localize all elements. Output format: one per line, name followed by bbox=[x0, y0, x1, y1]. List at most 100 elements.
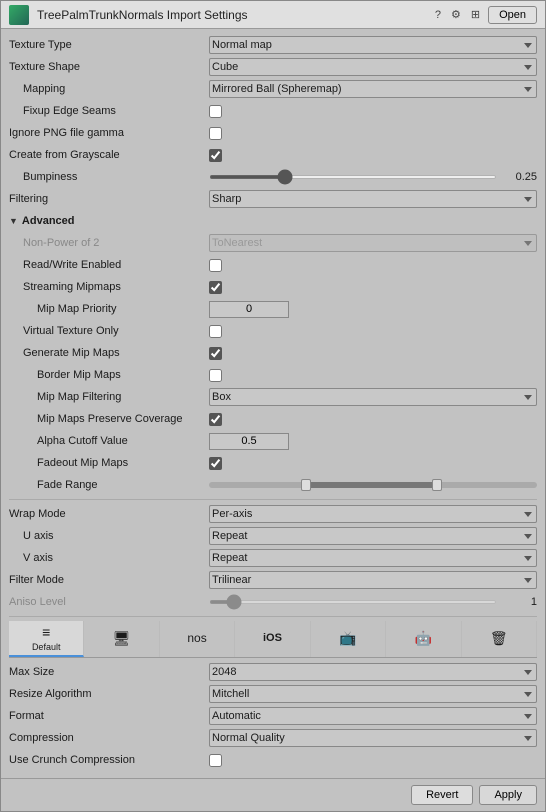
wrap-mode-select[interactable]: Per-axis bbox=[209, 505, 537, 523]
apply-button[interactable]: Apply bbox=[479, 785, 537, 805]
resize-algorithm-select[interactable]: Mitchell bbox=[209, 685, 537, 703]
format-label: Format bbox=[9, 710, 209, 722]
u-axis-select[interactable]: Repeat bbox=[209, 527, 537, 545]
max-size-select[interactable]: 2048 bbox=[209, 663, 537, 681]
generate-mip-maps-row: Generate Mip Maps bbox=[9, 343, 537, 363]
mip-maps-preserve-control bbox=[209, 413, 537, 426]
generate-mip-maps-control bbox=[209, 347, 537, 360]
bumpiness-slider-wrap: 0.25 bbox=[209, 171, 537, 183]
help-icon[interactable]: ? bbox=[433, 9, 443, 21]
mip-map-filtering-select[interactable]: Box bbox=[209, 388, 537, 406]
mip-map-priority-row: Mip Map Priority bbox=[9, 299, 537, 319]
mapping-select[interactable]: Mirrored Ball (Spheremap) bbox=[209, 80, 537, 98]
texture-shape-select[interactable]: Cube bbox=[209, 58, 537, 76]
wrap-mode-control: Per-axis bbox=[209, 505, 537, 523]
non-power-of-2-select: ToNearest bbox=[209, 234, 537, 252]
u-axis-control: Repeat bbox=[209, 527, 537, 545]
fadeout-mip-maps-checkbox[interactable] bbox=[209, 457, 222, 470]
fade-range-row: Fade Range bbox=[9, 475, 537, 495]
virtual-texture-label: Virtual Texture Only bbox=[9, 325, 209, 337]
ignore-png-gamma-row: Ignore PNG file gamma bbox=[9, 123, 537, 143]
alpha-cutoff-input[interactable] bbox=[209, 433, 289, 450]
mip-maps-preserve-checkbox[interactable] bbox=[209, 413, 222, 426]
revert-button[interactable]: Revert bbox=[411, 785, 473, 805]
advanced-triangle: ▼ bbox=[9, 216, 18, 226]
crunch-compression-control bbox=[209, 754, 537, 767]
non-power-of-2-row: Non-Power of 2 ToNearest bbox=[9, 233, 537, 253]
create-from-grayscale-checkbox[interactable] bbox=[209, 149, 222, 162]
create-from-grayscale-control bbox=[209, 149, 537, 162]
mip-maps-preserve-label: Mip Maps Preserve Coverage bbox=[9, 413, 209, 425]
non-power-of-2-label: Non-Power of 2 bbox=[9, 237, 209, 249]
bumpiness-value: 0.25 bbox=[501, 171, 537, 183]
tab-macos[interactable]: nos bbox=[160, 621, 235, 657]
advanced-section-header[interactable]: ▼ Advanced bbox=[9, 211, 537, 231]
border-mip-maps-checkbox[interactable] bbox=[209, 369, 222, 382]
filtering-select[interactable]: Sharp bbox=[209, 190, 537, 208]
tab-ios-icon: iOS bbox=[263, 632, 282, 644]
texture-shape-control: Cube bbox=[209, 58, 537, 76]
u-axis-label: U axis bbox=[9, 530, 209, 542]
compression-control: Normal Quality bbox=[209, 729, 537, 747]
tab-android[interactable]: 🤖 bbox=[386, 621, 461, 657]
aniso-level-value: 1 bbox=[501, 596, 537, 608]
tab-default[interactable]: ≡ Default bbox=[9, 621, 84, 657]
tab-pc[interactable]: 🖥 bbox=[84, 621, 159, 657]
read-write-row: Read/Write Enabled bbox=[9, 255, 537, 275]
fade-range-handle-left[interactable] bbox=[301, 479, 311, 491]
v-axis-label: V axis bbox=[9, 552, 209, 564]
streaming-mipmaps-checkbox[interactable] bbox=[209, 281, 222, 294]
border-mip-maps-label: Border Mip Maps bbox=[9, 369, 209, 381]
aniso-level-row: Aniso Level 1 bbox=[9, 592, 537, 612]
max-size-label: Max Size bbox=[9, 666, 209, 678]
read-write-control bbox=[209, 259, 537, 272]
mip-map-priority-input[interactable] bbox=[209, 301, 289, 318]
bumpiness-slider[interactable] bbox=[209, 175, 497, 179]
resize-algorithm-label: Resize Algorithm bbox=[9, 688, 209, 700]
fixup-edge-seams-checkbox[interactable] bbox=[209, 105, 222, 118]
tab-tv[interactable]: 📺 bbox=[311, 621, 386, 657]
crunch-compression-checkbox[interactable] bbox=[209, 754, 222, 767]
generate-mip-maps-checkbox[interactable] bbox=[209, 347, 222, 360]
v-axis-row: V axis Repeat bbox=[9, 548, 537, 568]
filter-mode-select[interactable]: Trilinear bbox=[209, 571, 537, 589]
format-row: Format Automatic bbox=[9, 706, 537, 726]
ignore-png-gamma-checkbox[interactable] bbox=[209, 127, 222, 140]
aniso-level-slider[interactable] bbox=[209, 600, 497, 604]
settings-icon[interactable]: ⚙ bbox=[449, 8, 463, 21]
content-area: Texture Type Normal map Texture Shape Cu… bbox=[1, 29, 545, 778]
v-axis-select[interactable]: Repeat bbox=[209, 549, 537, 567]
window-title: TreePalmTrunkNormals Import Settings bbox=[37, 8, 248, 22]
bottom-bar: Revert Apply bbox=[1, 778, 545, 811]
streaming-mipmaps-control bbox=[209, 281, 537, 294]
divider-2 bbox=[9, 616, 537, 617]
texture-type-row: Texture Type Normal map bbox=[9, 35, 537, 55]
tab-webgl[interactable]: 🗑 bbox=[462, 621, 537, 657]
tab-ios[interactable]: iOS bbox=[235, 621, 310, 657]
tab-pc-icon: 🖥 bbox=[113, 630, 131, 647]
tab-macos-icon: nos bbox=[187, 631, 206, 645]
dock-icon[interactable]: ⊞ bbox=[469, 8, 482, 21]
tab-webgl-icon: 🗑 bbox=[490, 630, 508, 647]
open-button[interactable]: Open bbox=[488, 6, 537, 24]
fade-range-handle-right[interactable] bbox=[432, 479, 442, 491]
non-power-of-2-control: ToNearest bbox=[209, 234, 537, 252]
bumpiness-label: Bumpiness bbox=[9, 171, 209, 183]
mip-map-priority-control bbox=[209, 301, 537, 318]
mapping-control: Mirrored Ball (Spheremap) bbox=[209, 80, 537, 98]
streaming-mipmaps-label: Streaming Mipmaps bbox=[9, 281, 209, 293]
fade-range-track bbox=[209, 478, 537, 492]
virtual-texture-checkbox[interactable] bbox=[209, 325, 222, 338]
format-select[interactable]: Automatic bbox=[209, 707, 537, 725]
filter-mode-control: Trilinear bbox=[209, 571, 537, 589]
compression-select[interactable]: Normal Quality bbox=[209, 729, 537, 747]
texture-type-select[interactable]: Normal map bbox=[209, 36, 537, 54]
crunch-compression-label: Use Crunch Compression bbox=[9, 754, 209, 766]
read-write-checkbox[interactable] bbox=[209, 259, 222, 272]
bumpiness-control: 0.25 bbox=[209, 171, 537, 183]
alpha-cutoff-row: Alpha Cutoff Value bbox=[9, 431, 537, 451]
filtering-control: Sharp bbox=[209, 190, 537, 208]
max-size-row: Max Size 2048 bbox=[9, 662, 537, 682]
tab-default-icon: ≡ bbox=[42, 624, 50, 640]
texture-shape-row: Texture Shape Cube bbox=[9, 57, 537, 77]
